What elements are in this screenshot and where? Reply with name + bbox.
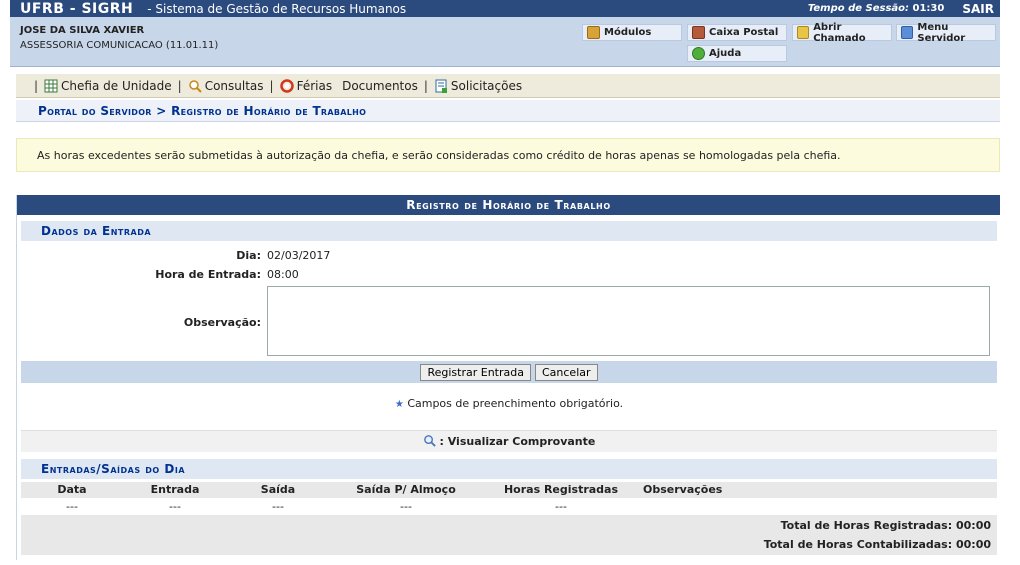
help-icon: [692, 47, 705, 60]
abrir-chamado-label: Abrir Chamado: [813, 21, 866, 44]
lifebuoy-icon: [279, 78, 294, 93]
registrar-entrada-button[interactable]: Registrar Entrada: [420, 363, 531, 381]
system-name: - Sistema de Gestão de Recursos Humanos: [147, 1, 407, 16]
form-title: Registro de Horário de Trabalho: [17, 195, 1000, 215]
menu-item-ferias[interactable]: Férias: [279, 78, 333, 93]
table-row: --- --- --- --- ---: [21, 498, 997, 515]
cell-entrada: ---: [169, 500, 181, 513]
total-contabilizadas: Total de Horas Contabilizadas: 00:00: [764, 538, 991, 551]
modulos-button[interactable]: Módulos: [582, 24, 682, 41]
col-entrada: Entrada: [150, 483, 200, 496]
caixa-postal-button[interactable]: Caixa Postal: [687, 24, 787, 41]
visualizar-comprovante-label: : Visualizar Comprovante: [439, 435, 596, 448]
menu-solicitacoes-label: Solicitações: [450, 78, 523, 93]
cell-saida: ---: [272, 500, 284, 513]
cell-saida-almoco: ---: [400, 500, 412, 513]
menu-item-chefia[interactable]: Chefia de Unidade: [44, 79, 172, 93]
total-contabilizadas-value: 00:00: [955, 538, 991, 551]
hora-entrada-label: Hora de Entrada:: [155, 268, 261, 281]
cube-icon: [587, 26, 600, 39]
required-star-icon: ★: [394, 399, 404, 410]
modulos-label: Módulos: [604, 27, 652, 38]
broom-icon: [797, 26, 810, 39]
registro-form: Registro de Horário de Trabalho Dados da…: [16, 195, 1000, 560]
menu-separator: |: [269, 78, 274, 93]
col-data: Data: [57, 483, 87, 496]
required-note-text: Campos de preenchimento obrigatório.: [407, 397, 624, 410]
main-menu: | Chefia de Unidade | Consultas | Férias…: [16, 74, 1000, 98]
session-label: Tempo de Sessão:: [807, 3, 910, 14]
menu-separator: |: [34, 78, 39, 93]
user-name: JOSE DA SILVA XAVIER: [20, 25, 145, 36]
mailbox-icon: [692, 26, 705, 39]
menu-servidor-label: Menu Servidor: [917, 21, 966, 44]
menu-consultas-label: Consultas: [204, 78, 264, 93]
magnifier-icon: [423, 435, 436, 447]
menu-item-consultas[interactable]: Consultas: [188, 79, 264, 93]
session-timer: Tempo de Sessão: 01:30: [808, 3, 945, 14]
network-icon: [901, 26, 914, 39]
cell-observacoes: [639, 498, 759, 515]
form-button-bar: Registrar Entrada Cancelar: [21, 361, 997, 383]
col-saida-almoco: Saída P/ Almoço: [356, 483, 456, 496]
menu-servidor-button[interactable]: Menu Servidor: [896, 21, 996, 44]
menu-chefia-label: Chefia de Unidade: [61, 78, 172, 93]
col-observacoes: Observações: [643, 483, 723, 496]
total-registradas: Total de Horas Registradas: 00:00: [781, 519, 991, 532]
observacao-label: Observação:: [183, 316, 261, 329]
menu-item-solicitacoes[interactable]: Solicitações: [434, 79, 522, 93]
col-horas-registradas: Horas Registradas: [503, 483, 619, 496]
menu-separator: |: [423, 78, 428, 93]
required-note: ★ Campos de preenchimento obrigatório.: [21, 397, 997, 410]
cancel-button[interactable]: Cancelar: [534, 363, 598, 381]
observacao-textarea[interactable]: [267, 286, 990, 356]
info-notice: As horas excedentes serão submetidas à a…: [16, 138, 1000, 172]
visualizar-comprovante-link[interactable]: : Visualizar Comprovante: [21, 430, 997, 452]
totals-footer: Total de Horas Registradas: 00:00 Total …: [21, 515, 997, 555]
section-entradas-saidas: Entradas/Saídas do Dia: [21, 459, 997, 479]
entries-table-header: Data Entrada Saída Saída P/ Almoço Horas…: [21, 482, 997, 498]
dia-value: 02/03/2017: [267, 249, 331, 262]
menu-separator: |: [177, 78, 182, 93]
ajuda-label: Ajuda: [709, 48, 742, 59]
cell-horas-registradas: ---: [555, 500, 567, 513]
cell-data: ---: [66, 500, 78, 513]
session-time: 01:30: [912, 3, 945, 14]
total-registradas-label: Total de Horas Registradas:: [780, 519, 953, 532]
menu-documentos-label: Documentos: [342, 78, 418, 93]
caixa-postal-label: Caixa Postal: [709, 27, 779, 38]
total-registradas-value: 00:00: [955, 519, 991, 532]
abrir-chamado-button[interactable]: Abrir Chamado: [792, 21, 892, 44]
logout-link[interactable]: SAIR: [962, 2, 994, 16]
total-contabilizadas-label: Total de Horas Contabilizadas:: [763, 538, 953, 551]
grid-icon: [44, 79, 58, 92]
user-info-bar: JOSE DA SILVA XAVIER ASSESSORIA COMUNICA…: [10, 17, 1000, 67]
ajuda-button[interactable]: Ajuda: [687, 45, 787, 62]
section-dados-entrada: Dados da Entrada: [21, 221, 997, 241]
hora-entrada-value: 08:00: [267, 268, 299, 281]
top-bar: UFRB - SIGRH - Sistema de Gestão de Recu…: [10, 0, 1000, 17]
system-code[interactable]: UFRB - SIGRH: [10, 1, 133, 17]
magnifier-icon: [188, 79, 202, 93]
document-icon: [435, 79, 447, 93]
menu-ferias-label: Férias: [296, 78, 333, 93]
dia-label: Dia:: [236, 249, 261, 262]
menu-item-documentos[interactable]: Documentos: [342, 79, 418, 93]
user-department: ASSESSORIA COMUNICACAO (11.01.11): [20, 40, 219, 51]
col-saida: Saída: [260, 483, 296, 496]
breadcrumb: Portal do Servidor > Registro de Horário…: [16, 100, 1000, 122]
